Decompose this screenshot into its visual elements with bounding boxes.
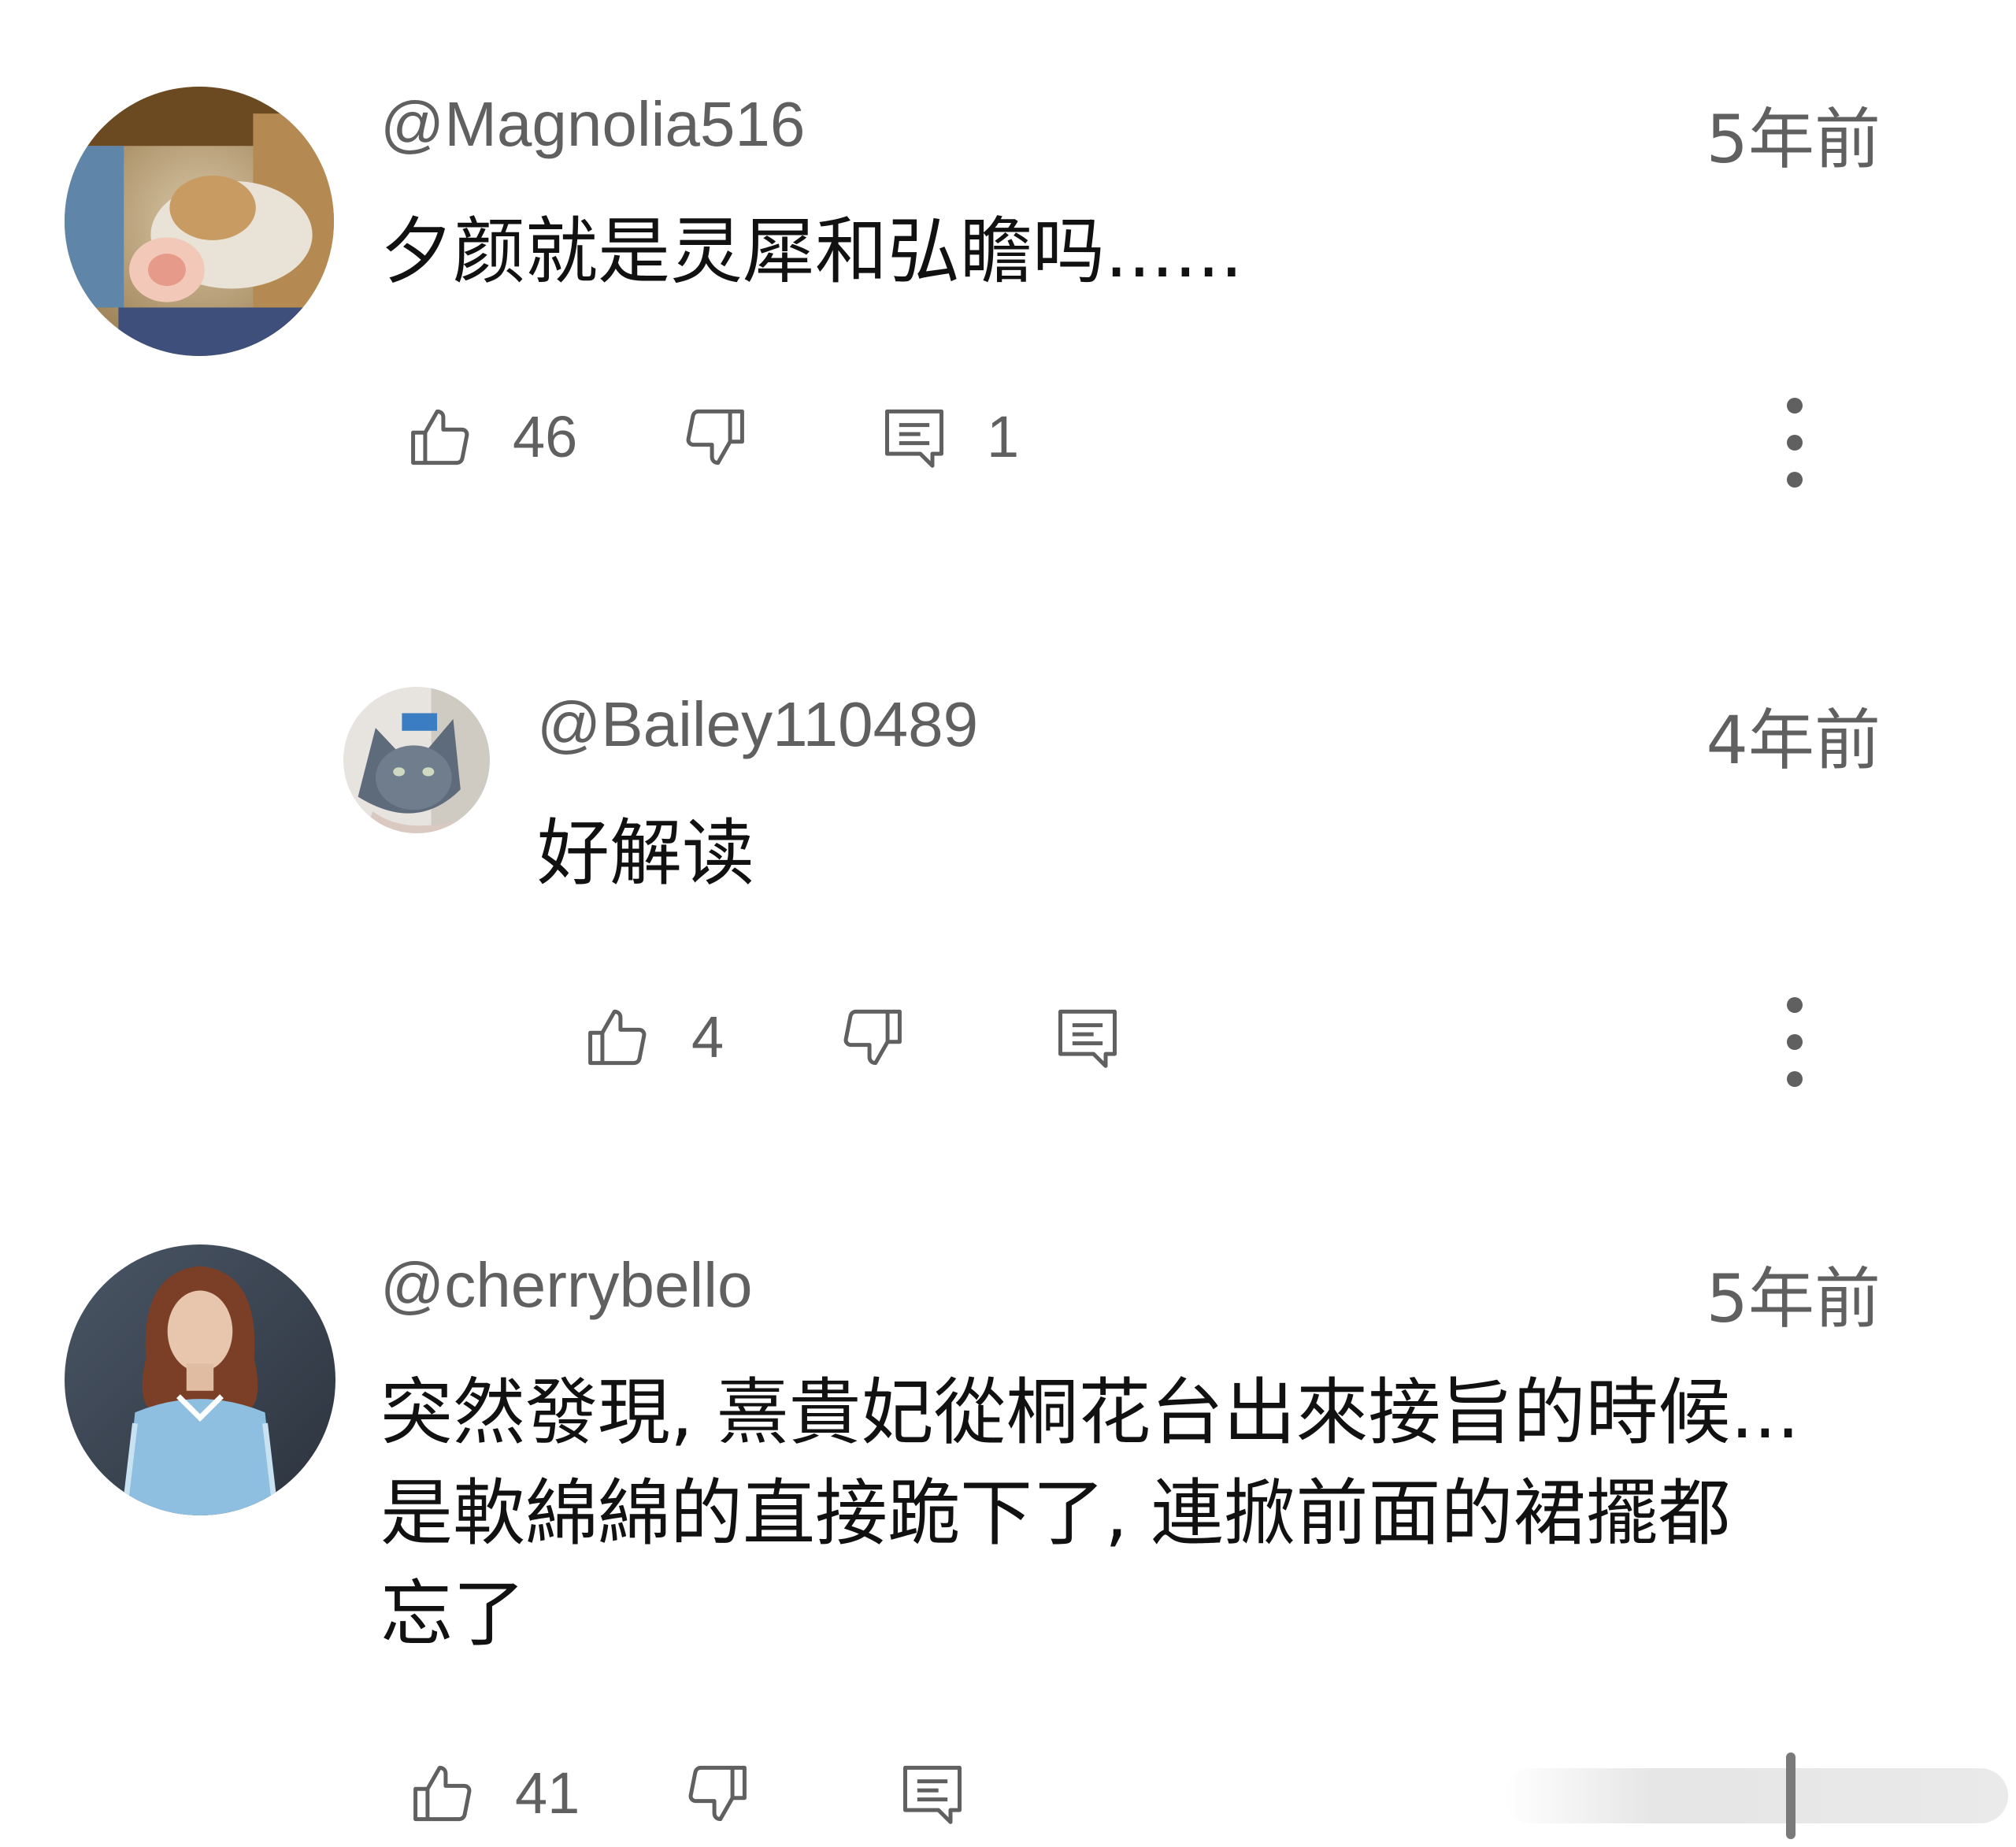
comment-timestamp: 4年前 bbox=[1706, 702, 1881, 779]
thumbs-up-icon bbox=[588, 1009, 647, 1066]
like-button[interactable]: 41 bbox=[408, 1750, 580, 1837]
dislike-button[interactable] bbox=[677, 394, 750, 480]
like-count: 46 bbox=[513, 404, 578, 469]
avatar[interactable] bbox=[65, 1244, 335, 1515]
reply-button[interactable] bbox=[896, 1750, 969, 1837]
comment-timestamp: 5年前 bbox=[1706, 1260, 1881, 1337]
reply-button[interactable]: 1 bbox=[878, 394, 1019, 480]
thumbs-down-icon bbox=[843, 1009, 902, 1066]
more-vertical-icon bbox=[1787, 997, 1803, 1013]
woman-photo-avatar-icon bbox=[65, 1244, 335, 1515]
watermark-overlay bbox=[1504, 1768, 2008, 1823]
reply-button[interactable] bbox=[1051, 994, 1124, 1081]
reply-comment-icon bbox=[1058, 1009, 1117, 1068]
comment-author-handle[interactable]: @Bailey110489 bbox=[537, 693, 978, 756]
more-options-button[interactable] bbox=[1778, 391, 1810, 494]
comment-author-handle[interactable]: @cherrybello bbox=[380, 1254, 753, 1317]
reply-count: 1 bbox=[987, 404, 1020, 469]
thumbs-down-icon bbox=[688, 1765, 747, 1822]
like-button[interactable]: 4 bbox=[583, 994, 724, 1081]
thumbs-down-icon bbox=[686, 409, 744, 465]
comment-text-line: 夕颜就是灵犀和弘瞻吗...... bbox=[380, 210, 1243, 294]
comment-text-line: 是軟綿綿的直接跪下了, 連掀前面的裙擺都 bbox=[380, 1471, 1731, 1556]
dislike-button[interactable] bbox=[835, 994, 907, 1081]
cat-portrait-avatar-icon bbox=[343, 687, 490, 833]
more-options-button[interactable] bbox=[1778, 991, 1810, 1093]
like-count: 4 bbox=[691, 1004, 724, 1070]
comment-text-line: 突然發現, 熹貴妃從桐花台出來接旨的時候... bbox=[380, 1370, 1800, 1455]
comment-body: 夕颜就是灵犀和弘瞻吗...... bbox=[380, 202, 1243, 302]
comment-text-line: 忘了 bbox=[380, 1572, 526, 1656]
more-vertical-icon bbox=[1787, 398, 1803, 414]
scrollbar-thumb[interactable] bbox=[1786, 1752, 1796, 1839]
like-button[interactable]: 46 bbox=[406, 394, 577, 480]
comment-body: 突然發現, 熹貴妃從桐花台出來接旨的時候... 是軟綿綿的直接跪下了, 連掀前面… bbox=[380, 1363, 1799, 1665]
thumbs-up-icon bbox=[413, 1765, 472, 1822]
thumbs-up-icon bbox=[411, 409, 469, 465]
comment-actions: 41 bbox=[408, 1750, 1668, 1837]
cat-photo-avatar-icon bbox=[65, 87, 334, 356]
reply-comment-icon bbox=[885, 409, 943, 468]
avatar[interactable] bbox=[65, 87, 334, 356]
comment-body: 好解读 bbox=[537, 803, 754, 904]
comment-actions: 46 1 bbox=[406, 394, 1823, 480]
reply-comment-icon bbox=[903, 1765, 962, 1824]
comment-author-handle[interactable]: @Magnolia516 bbox=[380, 93, 805, 156]
like-count: 41 bbox=[515, 1760, 580, 1826]
comment-text-line: 好解读 bbox=[537, 811, 755, 896]
avatar[interactable] bbox=[343, 687, 490, 833]
dislike-button[interactable] bbox=[680, 1750, 752, 1837]
comment-actions: 4 bbox=[583, 994, 1843, 1081]
comment-timestamp: 5年前 bbox=[1706, 101, 1881, 178]
